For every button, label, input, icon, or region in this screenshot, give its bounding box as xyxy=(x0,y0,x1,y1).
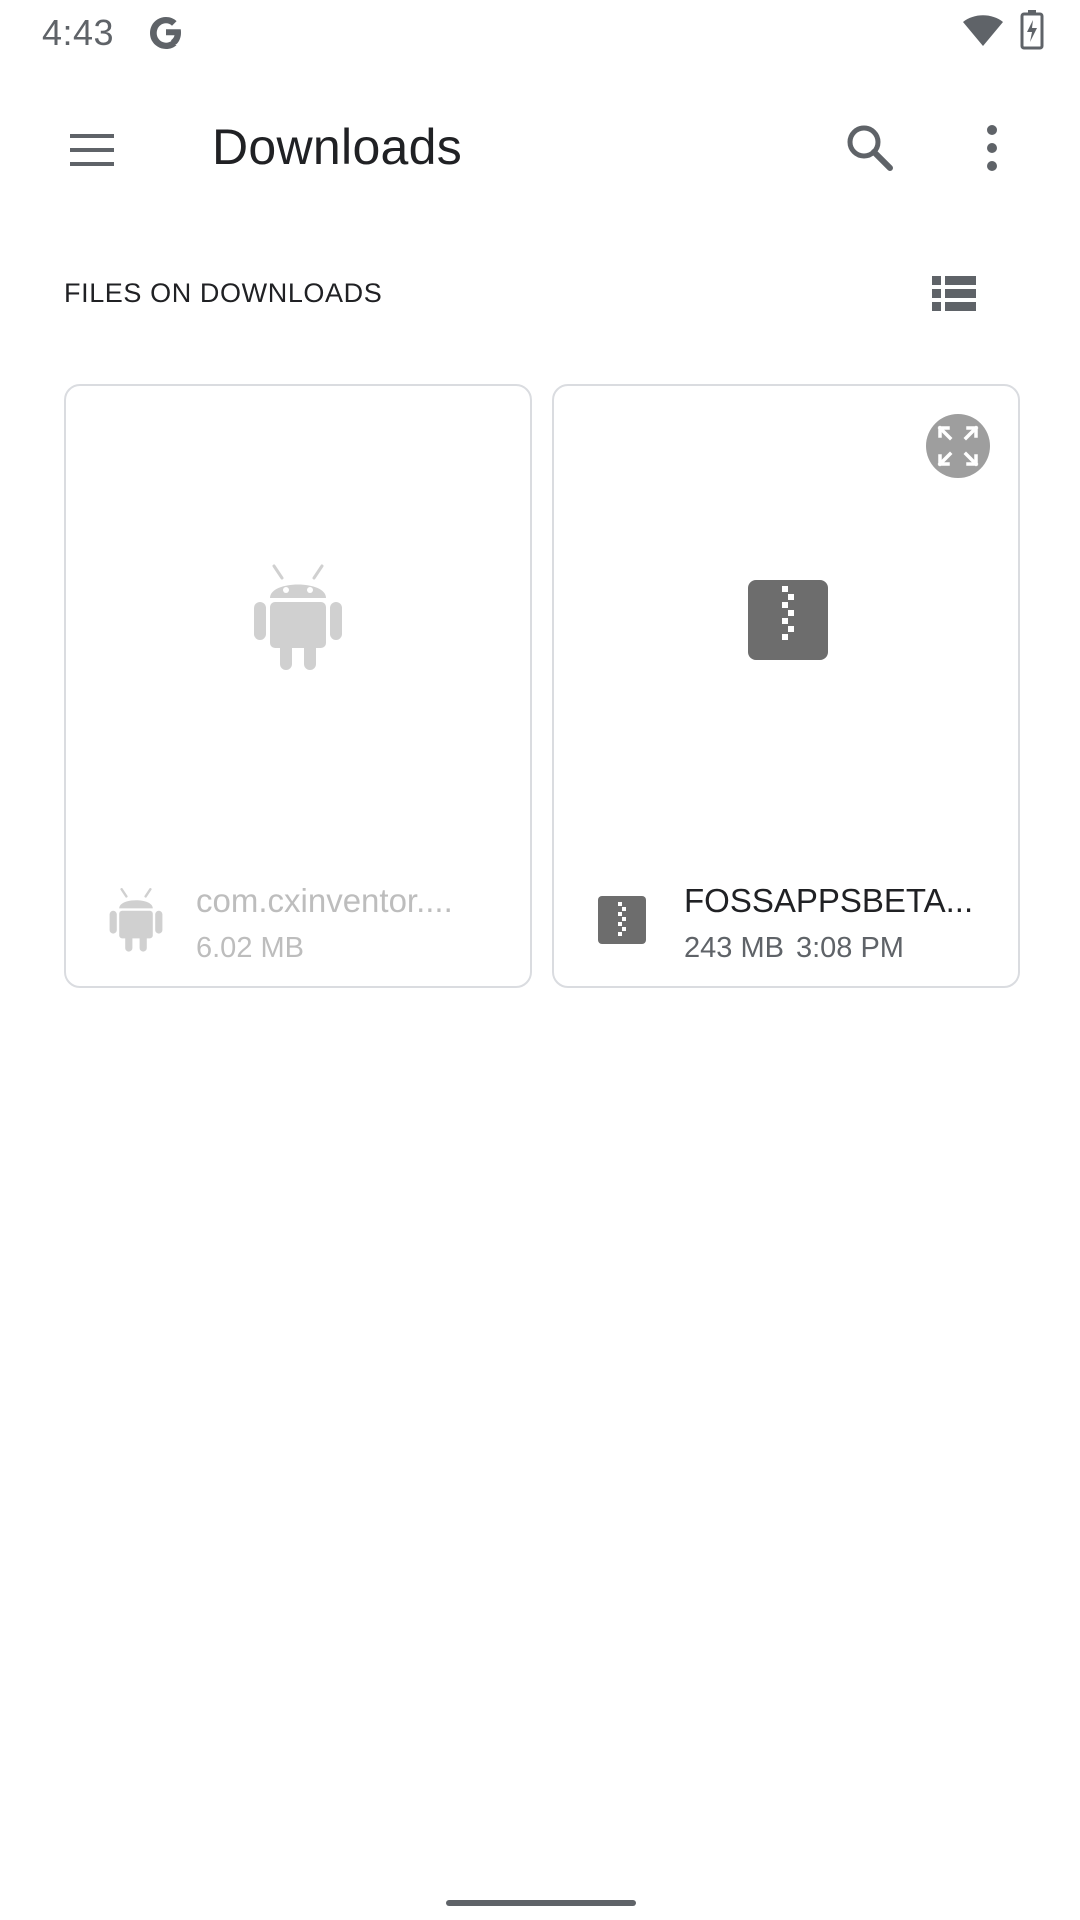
file-time: 3:08 PM xyxy=(795,932,904,964)
file-size: 6.02 MB xyxy=(196,932,304,964)
battery-charging-icon xyxy=(1020,10,1044,50)
file-card[interactable]: com.cxinventor.... 6.02 MB xyxy=(64,384,532,988)
page-title: Downloads xyxy=(212,119,463,175)
archive-zip-icon xyxy=(598,896,646,944)
file-size: 243 MB xyxy=(684,932,784,964)
file-meta: 243 MB 3:08 PM xyxy=(684,932,904,965)
view-list-icon[interactable] xyxy=(930,272,978,316)
expand-fullscreen-icon xyxy=(937,425,979,467)
more-vert-icon[interactable] xyxy=(972,122,1012,174)
status-time: 4:43 xyxy=(42,12,115,53)
search-icon[interactable] xyxy=(844,122,896,174)
gesture-nav-handle[interactable] xyxy=(446,1900,636,1906)
status-bar: 4:43 xyxy=(0,0,1080,64)
android-icon xyxy=(109,888,163,952)
archive-zip-icon xyxy=(748,580,828,660)
app-bar: Downloads xyxy=(0,64,1080,234)
section-header: FILES ON DOWNLOADS xyxy=(64,278,383,308)
menu-icon[interactable] xyxy=(66,124,118,176)
android-icon xyxy=(254,564,342,670)
file-name: com.cxinventor.... xyxy=(196,882,453,919)
wifi-icon xyxy=(963,15,1003,46)
google-g-icon xyxy=(150,17,181,49)
expand-preview-button[interactable] xyxy=(926,414,990,478)
file-meta: 6.02 MB xyxy=(196,932,304,965)
file-name: FOSSAPPSBETA... xyxy=(684,882,974,919)
file-card[interactable]: FOSSAPPSBETA... 243 MB 3:08 PM xyxy=(552,384,1020,988)
